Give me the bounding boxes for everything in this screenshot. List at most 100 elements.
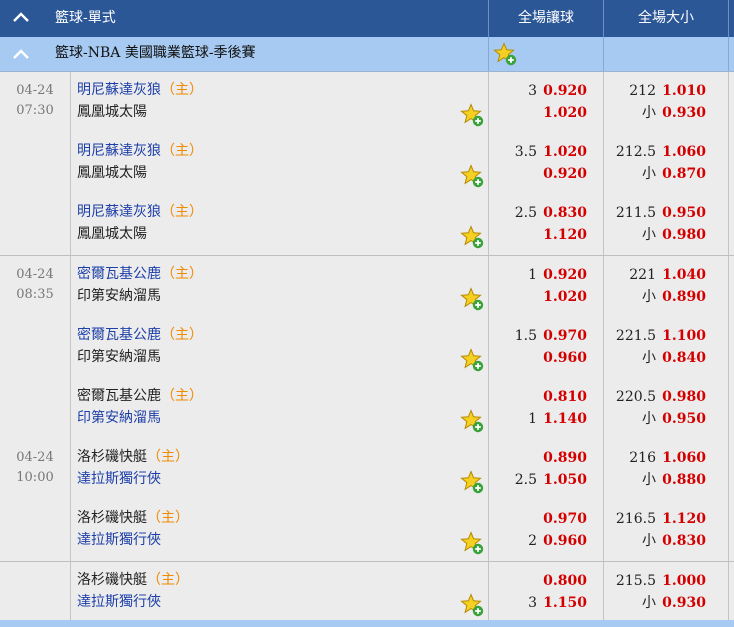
ou-odds-over[interactable]: 1.060 bbox=[658, 448, 706, 468]
handicap-odds-home[interactable]: 0.920 bbox=[539, 265, 587, 285]
handicap-odds-home[interactable]: 1.020 bbox=[539, 142, 587, 162]
handicap-odds-away[interactable]: 1.150 bbox=[539, 593, 587, 613]
ou-line: 221.5 bbox=[615, 328, 656, 344]
handicap-odds-home[interactable]: 0.890 bbox=[539, 448, 587, 468]
over-under-cell: 212.5 小 1.060 0.870 bbox=[604, 133, 729, 194]
handicap-odds-home[interactable]: 0.970 bbox=[539, 509, 587, 529]
match-time-cell bbox=[0, 317, 71, 378]
team-away-name: 鳳凰城太陽 bbox=[77, 226, 147, 242]
handicap-odds-away[interactable]: 0.960 bbox=[539, 348, 587, 368]
ou-odds-under[interactable]: 0.880 bbox=[658, 470, 706, 490]
handicap-odds-away[interactable]: 1.020 bbox=[539, 103, 587, 123]
team-home-name: 洛杉磯快艇 bbox=[77, 510, 147, 526]
ou-under-label: 小 bbox=[642, 166, 656, 182]
ou-odds-over[interactable]: 1.120 bbox=[658, 509, 706, 529]
add-favorite-star-icon[interactable] bbox=[460, 531, 484, 555]
match-row: 洛杉磯快艇（主） 達拉斯獨行俠 2 0.970 0.960 216.5 小 1.120 0.83… bbox=[0, 500, 734, 562]
team-home-name: 明尼蘇達灰狼 bbox=[77, 204, 161, 220]
handicap-odds-home[interactable]: 0.920 bbox=[539, 81, 587, 101]
match-teams-cell: 密爾瓦基公鹿（主） 印第安納溜馬 bbox=[71, 256, 489, 317]
home-tag: （主） bbox=[161, 143, 203, 159]
match-time-cell: 04-24 08:35 bbox=[0, 256, 71, 317]
match-teams-cell: 明尼蘇達灰狼（主） 鳳凰城太陽 bbox=[71, 133, 489, 194]
team-away-name: 鳳凰城太陽 bbox=[77, 165, 147, 181]
league-collapse-chevron-icon[interactable] bbox=[11, 45, 31, 65]
add-favorite-star-icon[interactable] bbox=[460, 103, 484, 127]
collapse-chevron-icon[interactable] bbox=[11, 8, 31, 28]
handicap-odds-away[interactable]: 1.140 bbox=[539, 409, 587, 429]
ou-odds-under[interactable]: 0.830 bbox=[658, 531, 706, 551]
handicap-odds-away[interactable]: 1.020 bbox=[539, 287, 587, 307]
handicap-odds-home[interactable]: 0.830 bbox=[539, 203, 587, 223]
team-away-name: 鳳凰城太陽 bbox=[77, 104, 147, 120]
col-header-handicap: 全場讓球 bbox=[489, 0, 604, 37]
ou-odds-under[interactable]: 0.870 bbox=[658, 164, 706, 184]
ou-under-label: 小 bbox=[642, 227, 656, 243]
match-row: 04-24 07:30 明尼蘇達灰狼（主） 鳳凰城太陽 3 0.920 1.020 212 小 1… bbox=[0, 72, 734, 134]
ou-line: 215.5 bbox=[615, 573, 656, 589]
ou-odds-under[interactable]: 0.890 bbox=[658, 287, 706, 307]
team-home: 明尼蘇達灰狼（主） bbox=[77, 80, 203, 100]
handicap-odds-away[interactable]: 1.120 bbox=[539, 225, 587, 245]
row-edge bbox=[729, 256, 734, 317]
handicap-odds-away[interactable]: 0.920 bbox=[539, 164, 587, 184]
handicap-odds-away[interactable]: 1.050 bbox=[539, 470, 587, 490]
match-time-cell bbox=[0, 378, 71, 439]
add-favorite-star-icon[interactable] bbox=[460, 164, 484, 188]
team-home-name: 密爾瓦基公鹿 bbox=[77, 388, 161, 404]
add-favorite-star-icon[interactable] bbox=[460, 593, 484, 617]
league-row[interactable]: 籃球-NBA 美國職業籃球-季後賽 bbox=[0, 37, 734, 72]
ou-odds-over[interactable]: 1.060 bbox=[658, 142, 706, 162]
ou-odds-under[interactable]: 0.950 bbox=[658, 409, 706, 429]
ou-under-label: 小 bbox=[642, 411, 656, 427]
team-home-name: 密爾瓦基公鹿 bbox=[77, 266, 161, 282]
ou-odds-over[interactable]: 0.980 bbox=[658, 387, 706, 407]
team-home: 洛杉磯快艇（主） bbox=[77, 570, 189, 590]
ou-odds-under[interactable]: 0.930 bbox=[658, 593, 706, 613]
team-away-name: 印第安納溜馬 bbox=[77, 349, 161, 365]
ou-odds-over[interactable]: 1.000 bbox=[658, 571, 706, 591]
over-under-cell: 212 小 1.010 0.930 bbox=[604, 72, 729, 133]
add-favorite-star-icon[interactable] bbox=[460, 409, 484, 433]
league-row-left: 籃球-NBA 美國職業籃球-季後賽 bbox=[0, 37, 489, 71]
ou-odds-over[interactable]: 1.040 bbox=[658, 265, 706, 285]
league-favorite-star-icon[interactable] bbox=[493, 42, 517, 66]
handicap-odds-home[interactable]: 0.800 bbox=[539, 571, 587, 591]
ou-odds-over[interactable]: 1.010 bbox=[658, 81, 706, 101]
ou-under-label: 小 bbox=[642, 533, 656, 549]
ou-under-label: 小 bbox=[642, 595, 656, 611]
handicap-line: 1 bbox=[528, 411, 537, 427]
handicap-line: 3 bbox=[528, 595, 537, 611]
match-date: 04-24 bbox=[16, 450, 54, 465]
ou-line: 216 bbox=[629, 450, 656, 466]
add-favorite-star-icon[interactable] bbox=[460, 348, 484, 372]
add-favorite-star-icon[interactable] bbox=[460, 225, 484, 249]
handicap-line: 1.5 bbox=[514, 328, 537, 344]
handicap-cell: 3 0.920 1.020 bbox=[489, 72, 604, 133]
team-home: 密爾瓦基公鹿（主） bbox=[77, 325, 203, 345]
ou-odds-under[interactable]: 0.840 bbox=[658, 348, 706, 368]
ou-odds-over[interactable]: 1.100 bbox=[658, 326, 706, 346]
ou-odds-under[interactable]: 0.930 bbox=[658, 103, 706, 123]
ou-line: 212.5 bbox=[615, 144, 656, 160]
handicap-odds-home[interactable]: 0.810 bbox=[539, 387, 587, 407]
add-favorite-star-icon[interactable] bbox=[460, 287, 484, 311]
handicap-line: 1 bbox=[528, 267, 537, 283]
ou-under-label: 小 bbox=[642, 289, 656, 305]
ou-line: 221 bbox=[629, 267, 656, 283]
handicap-cell: 1 0.920 1.020 bbox=[489, 256, 604, 317]
over-under-cell: 221.5 小 1.100 0.840 bbox=[604, 317, 729, 378]
team-home: 洛杉磯快艇（主） bbox=[77, 508, 189, 528]
ou-odds-over[interactable]: 0.950 bbox=[658, 203, 706, 223]
match-time-cell bbox=[0, 194, 71, 255]
add-favorite-star-icon[interactable] bbox=[460, 470, 484, 494]
market-title: 籃球-單式 bbox=[55, 10, 116, 26]
ou-odds-under[interactable]: 0.980 bbox=[658, 225, 706, 245]
handicap-odds-home[interactable]: 0.970 bbox=[539, 326, 587, 346]
league-cell-handicap bbox=[489, 37, 604, 71]
ou-line: 220.5 bbox=[615, 389, 656, 405]
handicap-odds-away[interactable]: 0.960 bbox=[539, 531, 587, 551]
team-away-name: 達拉斯獨行俠 bbox=[77, 471, 161, 487]
over-under-cell: 216 小 1.060 0.880 bbox=[604, 439, 729, 500]
team-home-name: 洛杉磯快艇 bbox=[77, 449, 147, 465]
